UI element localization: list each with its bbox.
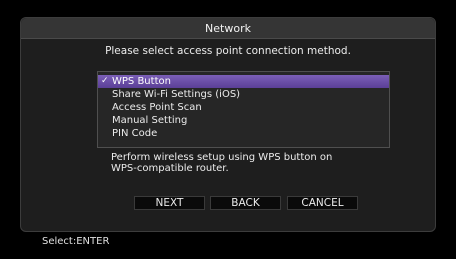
menu-item-label: Manual Setting: [112, 115, 188, 126]
dialog-prompt: Please select access point connection me…: [105, 45, 351, 57]
description-line: WPS-compatible router.: [111, 163, 229, 174]
method-description: Perform wireless setup using WPS button …: [111, 152, 371, 174]
menu-item-access-point-scan[interactable]: Access Point Scan: [98, 101, 389, 114]
menu-item-label: Share Wi-Fi Settings (iOS): [112, 89, 241, 100]
menu-item-share-wifi[interactable]: Share Wi-Fi Settings (iOS): [98, 88, 389, 101]
menu-item-label: Access Point Scan: [112, 102, 202, 113]
screen: Network Please select access point conne…: [0, 0, 456, 259]
dialog-title: Network: [21, 18, 435, 39]
check-icon: ✓: [101, 76, 109, 86]
footer-hint: Select:ENTER: [42, 236, 110, 247]
next-button[interactable]: NEXT: [134, 196, 205, 210]
cancel-button[interactable]: CANCEL: [287, 196, 358, 210]
menu-item-pin-code[interactable]: PIN Code: [98, 127, 389, 140]
menu-item-manual-setting[interactable]: Manual Setting: [98, 114, 389, 127]
connection-method-list: ✓ WPS Button Share Wi-Fi Settings (iOS) …: [97, 71, 390, 148]
menu-item-wps-button[interactable]: ✓ WPS Button: [98, 75, 389, 88]
menu-item-label: WPS Button: [112, 76, 171, 87]
menu-item-label: PIN Code: [112, 128, 158, 139]
description-line: Perform wireless setup using WPS button …: [111, 152, 333, 163]
network-dialog: Network Please select access point conne…: [20, 17, 436, 232]
back-button[interactable]: BACK: [210, 196, 281, 210]
